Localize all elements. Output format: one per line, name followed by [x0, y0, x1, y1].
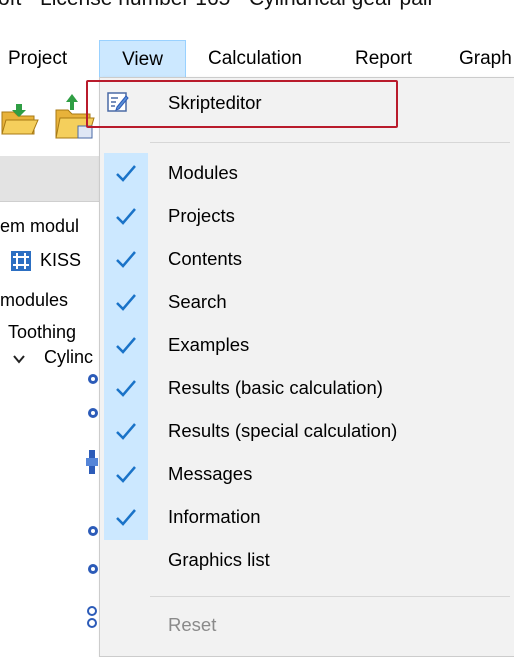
menu-project[interactable]: Project — [8, 40, 67, 78]
cylindrical-tree-item[interactable]: Cylinc — [44, 347, 93, 368]
checkmark-icon — [116, 466, 136, 483]
modules-label: modules — [0, 290, 69, 310]
menu-item-messages[interactable]: Messages — [168, 463, 252, 485]
menu-item-examples[interactable]: Examples — [168, 334, 249, 356]
checkmark-icon — [116, 251, 136, 268]
menu-graphics[interactable]: Graph — [459, 40, 512, 78]
checkmark-icon — [116, 208, 136, 225]
checkmark-icon — [116, 337, 136, 354]
menu-item-results-special[interactable]: Results (special calculation) — [168, 420, 397, 442]
panel-header-strip — [0, 156, 110, 202]
menu-separator — [150, 142, 510, 143]
gear-icon — [88, 564, 98, 574]
bearing-icon — [87, 606, 97, 628]
checkmark-icon — [116, 380, 136, 397]
gear-icon — [88, 408, 98, 418]
kiss-module-icon — [11, 251, 31, 271]
system-modules-label: em modul — [0, 216, 80, 236]
open-folder-icon[interactable] — [0, 100, 40, 140]
gear-icon — [88, 374, 98, 384]
checkmark-icon — [116, 423, 136, 440]
menu-item-results-basic[interactable]: Results (basic calculation) — [168, 377, 383, 399]
shaft-icon — [86, 450, 98, 474]
menu-separator — [150, 596, 510, 597]
annotation-highlight-box — [86, 80, 398, 128]
toothing-tree-item[interactable]: Toothing — [8, 322, 76, 343]
menu-view[interactable]: View — [99, 40, 186, 78]
menu-item-information[interactable]: Information — [168, 506, 261, 528]
menu-report[interactable]: Report — [355, 40, 412, 78]
chevron-down-icon[interactable] — [12, 352, 26, 366]
menu-item-graphics-list[interactable]: Graphics list — [168, 549, 270, 571]
checkmark-icon — [116, 294, 136, 311]
menu-item-projects[interactable]: Projects — [168, 205, 235, 227]
kiss-tree-item[interactable]: KISS — [40, 250, 81, 271]
window-title-bar: oft - License number 165 - Cylindrical g… — [0, 0, 514, 40]
window-title: oft - License number 165 - Cylindrical g… — [0, 0, 435, 11]
menu-item-contents[interactable]: Contents — [168, 248, 242, 270]
checkmark-icon — [116, 509, 136, 526]
menu-item-search[interactable]: Search — [168, 291, 227, 313]
view-dropdown-menu — [99, 77, 514, 657]
gear-icon — [88, 526, 98, 536]
menu-item-reset[interactable]: Reset — [168, 614, 216, 636]
menu-item-modules[interactable]: Modules — [168, 162, 238, 184]
menu-calculation[interactable]: Calculation — [208, 40, 302, 78]
menu-bar: Project View Calculation Report Graph — [0, 40, 514, 78]
checkmark-icon — [116, 165, 136, 182]
